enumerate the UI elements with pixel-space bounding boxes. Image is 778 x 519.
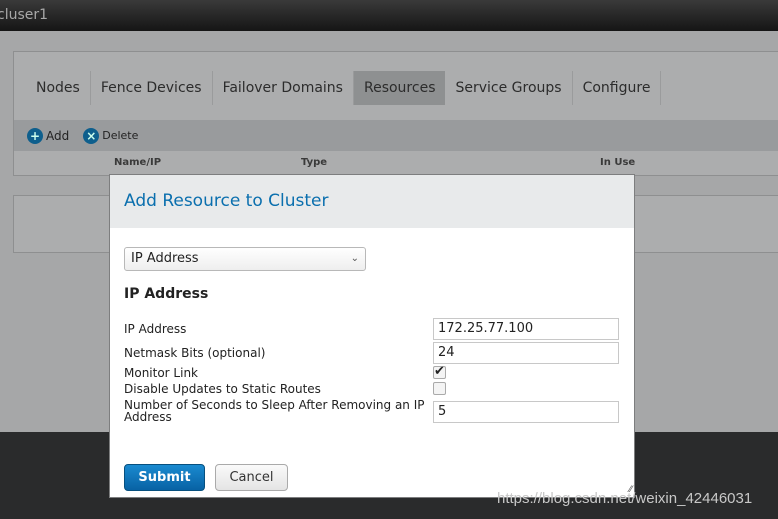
tab-service-groups[interactable]: Service Groups [445,71,573,105]
add-resource-dialog: Add Resource to Cluster IP Address ⌄ IP A… [109,174,635,498]
delete-button[interactable]: × Delete [83,127,139,144]
submit-button[interactable]: Submit [124,464,205,491]
add-button[interactable]: + Add [27,127,70,144]
col-name-ip[interactable]: Name/IP [114,157,161,168]
title-bar: cluser1 [0,0,778,31]
tab-bar: Nodes Fence Devices Failover Domains Res… [26,71,662,105]
window-title: cluser1 [0,7,49,23]
section-heading: IP Address [124,286,209,302]
disable-updates-label: Disable Updates to Static Routes [124,382,321,396]
ip-input[interactable]: 172.25.77.100 [433,318,619,340]
select-value: IP Address [131,251,199,266]
toolbar: + Add × Delete [14,120,778,151]
x-icon: × [83,127,100,144]
add-label: Add [46,128,70,143]
netmask-label: Netmask Bits (optional) [124,346,266,360]
col-type[interactable]: Type [301,157,327,168]
netmask-input[interactable]: 24 [433,342,619,364]
checkmark-icon: ✔ [434,364,445,379]
watermark: https://blog.csdn.net/weixin_42446031 [497,490,753,507]
sleep-label: Number of Seconds to Sleep After Removin… [124,398,425,424]
table-header: Name/IP Type In Use [14,151,778,175]
col-in-use[interactable]: In Use [600,157,635,168]
dialog-title: Add Resource to Cluster [110,175,634,228]
plus-icon: + [27,127,43,144]
resource-type-select[interactable]: IP Address ⌄ [124,247,366,271]
monitor-link-checkbox[interactable]: ✔ [433,364,446,379]
cluster-panel: Nodes Fence Devices Failover Domains Res… [13,51,778,176]
sleep-input[interactable]: 5 [433,401,619,423]
delete-label: Delete [102,129,139,142]
disable-updates-checkbox[interactable] [433,382,446,395]
cancel-button[interactable]: Cancel [215,464,288,491]
ip-label: IP Address [124,322,187,336]
monitor-link-label: Monitor Link [124,366,199,380]
tab-nodes[interactable]: Nodes [26,71,91,105]
tab-fence-devices[interactable]: Fence Devices [91,71,213,105]
tab-configure[interactable]: Configure [573,71,662,105]
tab-failover-domains[interactable]: Failover Domains [213,71,354,105]
tab-resources[interactable]: Resources [353,71,446,105]
chevron-down-icon: ⌄ [350,253,359,264]
